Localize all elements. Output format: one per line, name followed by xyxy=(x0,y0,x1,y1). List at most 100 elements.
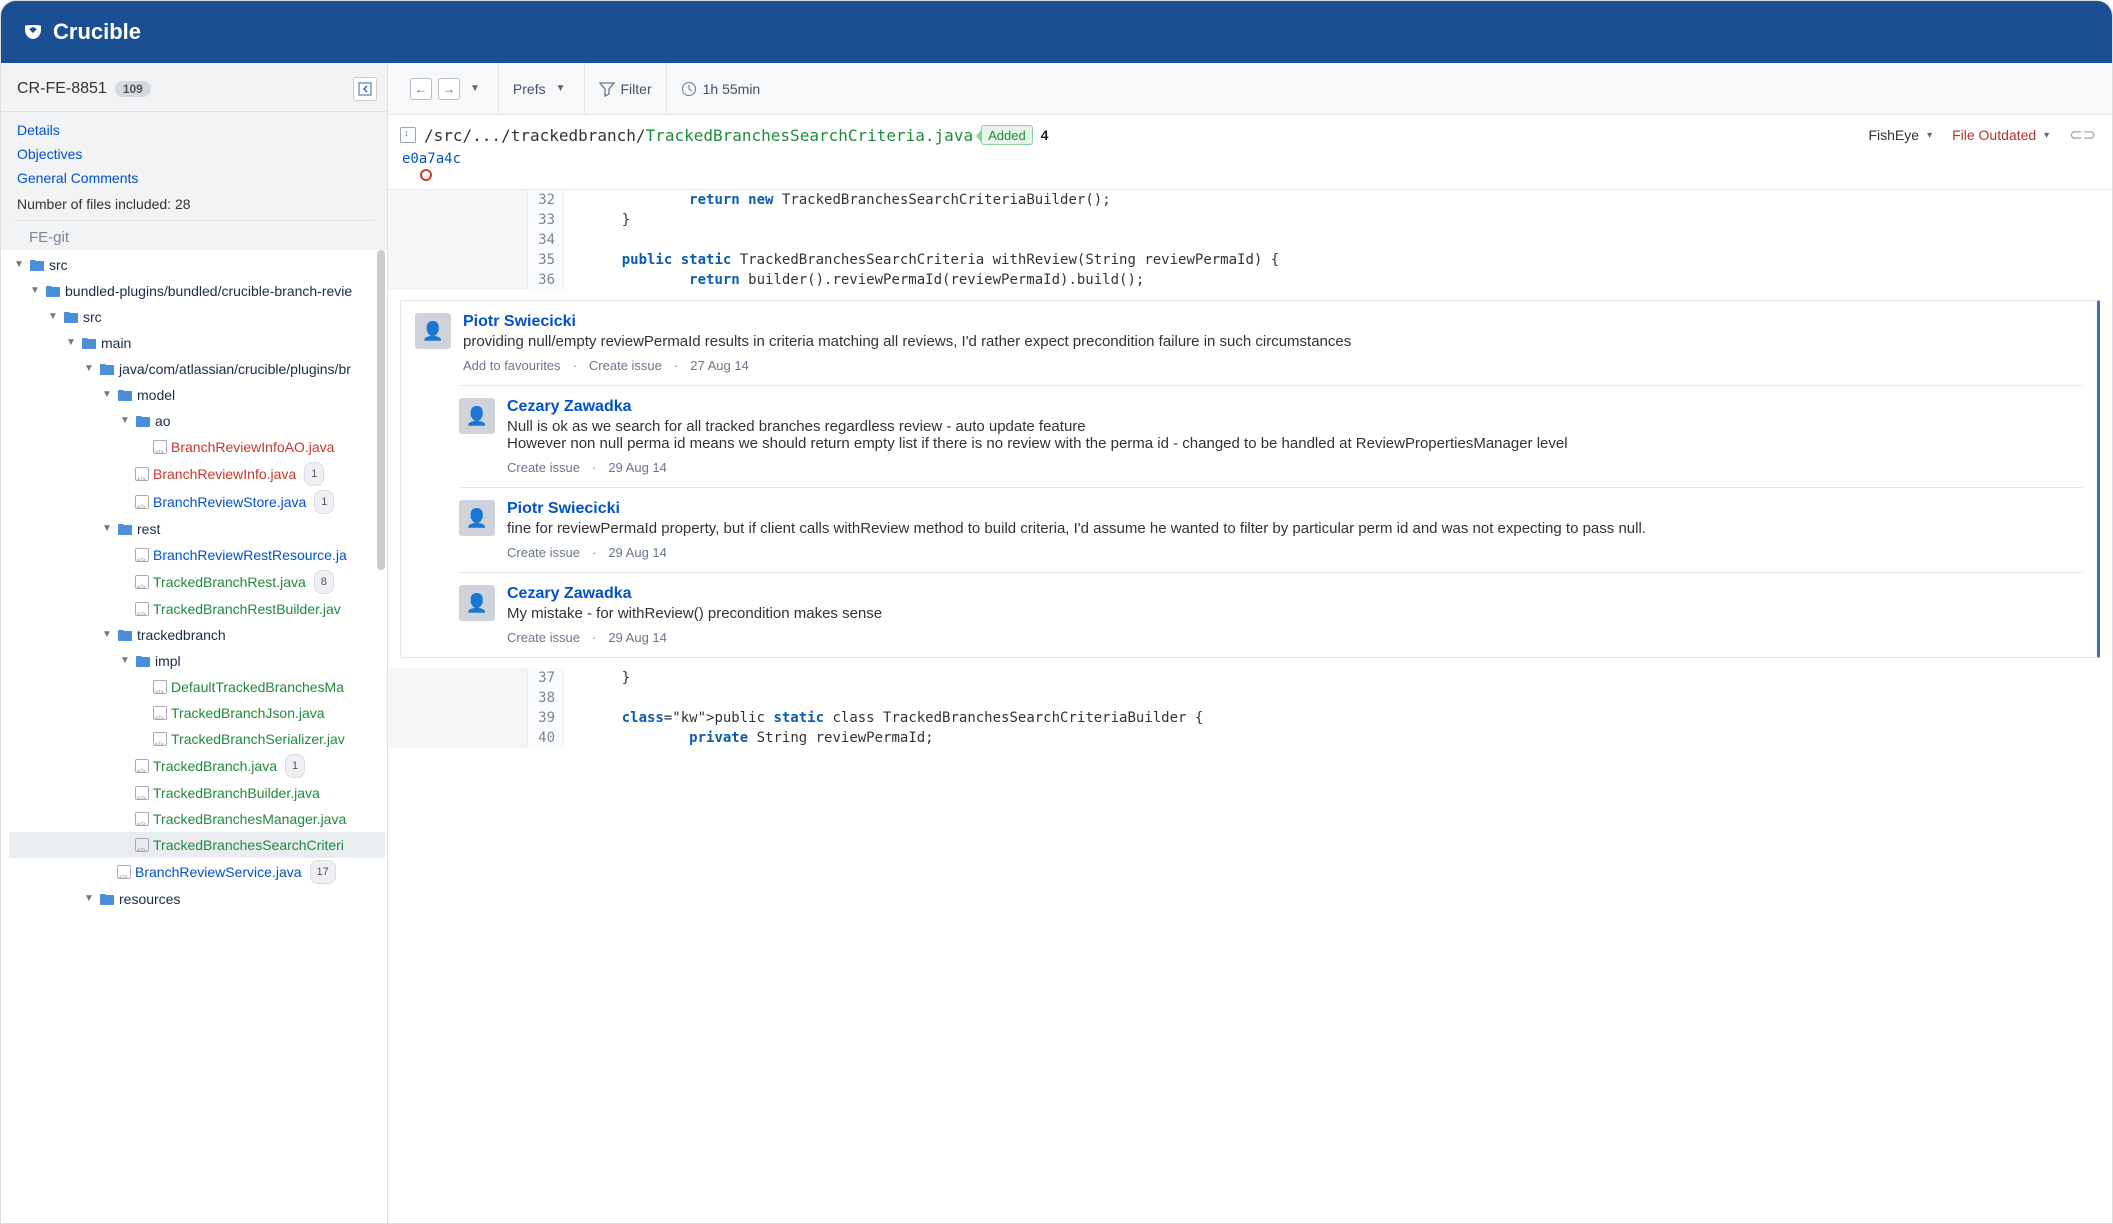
disclosure-triangle-icon[interactable]: ▼ xyxy=(29,280,41,302)
create-issue-link[interactable]: Create issue xyxy=(507,630,580,645)
comment-text: providing null/empty reviewPermaId resul… xyxy=(463,333,2083,350)
crucible-icon xyxy=(21,20,45,44)
tree-file[interactable]: TrackedBranchRest.java8 xyxy=(9,568,385,596)
tree-file[interactable]: TrackedBranchesSearchCriteri xyxy=(9,832,385,858)
file-comment-count-badge: 17 xyxy=(310,860,336,884)
disclosure-triangle-icon[interactable]: ▼ xyxy=(13,254,25,276)
avatar[interactable]: 👤 xyxy=(415,313,451,349)
disclosure-triangle-icon[interactable]: ▼ xyxy=(119,650,131,672)
code-text: } xyxy=(564,210,2112,230)
filter-button[interactable]: Filter xyxy=(585,63,667,114)
code-area[interactable]: 32 return new TrackedBranchesSearchCrite… xyxy=(388,190,2112,1223)
disclosure-triangle-icon[interactable]: ▼ xyxy=(65,332,77,354)
tree-folder[interactable]: ▼model xyxy=(9,382,385,408)
tree-file[interactable]: BranchReviewInfoAO.java xyxy=(9,434,385,460)
permalink-icon[interactable]: ⊂⊃ xyxy=(2069,125,2096,145)
java-file-icon xyxy=(135,786,149,800)
nav-details[interactable]: Details xyxy=(17,122,387,138)
avatar[interactable]: 👤 xyxy=(459,500,495,536)
tree-folder[interactable]: ▼resources xyxy=(9,886,385,912)
nav-dropdown[interactable]: ▼ xyxy=(466,83,484,94)
tree-file[interactable]: DefaultTrackedBranchesMa xyxy=(9,674,385,700)
added-tag: Added xyxy=(981,125,1033,145)
nav-general-comments[interactable]: General Comments xyxy=(17,170,387,186)
code-line[interactable]: 32 return new TrackedBranchesSearchCrite… xyxy=(388,190,2112,210)
disclosure-triangle-icon[interactable]: ▼ xyxy=(101,384,113,406)
tree-folder[interactable]: ▼main xyxy=(9,330,385,356)
disclosure-triangle-icon[interactable]: ▼ xyxy=(101,518,113,540)
tree-file[interactable]: TrackedBranchRestBuilder.jav xyxy=(9,596,385,622)
file-tree[interactable]: ▼ src ▼ bundled-plugins/bundled/crucible-br… xyxy=(1,250,387,1223)
avatar[interactable]: 👤 xyxy=(459,585,495,621)
code-line[interactable]: 35 public static TrackedBranchesSearchCr… xyxy=(388,250,2112,270)
chevron-down-icon: ▾ xyxy=(2040,130,2053,141)
tree-folder[interactable]: ▼trackedbranch xyxy=(9,622,385,648)
tree-file[interactable]: TrackedBranchesManager.java xyxy=(9,806,385,832)
comment: 👤 Piotr Swiecicki providing null/empty rev… xyxy=(400,300,2100,658)
code-line[interactable]: 40 private String reviewPermaId; xyxy=(388,728,2112,748)
comment-author[interactable]: Piotr Swiecicki xyxy=(507,500,2083,518)
comment-author[interactable]: Cezary Zawadka xyxy=(507,398,2083,416)
tree-folder[interactable]: ▼java/com/atlassian/crucible/plugins/br xyxy=(9,356,385,382)
comment-author[interactable]: Cezary Zawadka xyxy=(507,585,2083,603)
disclosure-triangle-icon[interactable]: ▼ xyxy=(101,624,113,646)
tree-file[interactable]: TrackedBranch.java1 xyxy=(9,752,385,780)
file-path[interactable]: /src/.../trackedbranch/TrackedBranchesSe… xyxy=(424,126,973,145)
commit-hash[interactable]: e0a7a4c xyxy=(402,151,461,167)
tree-file[interactable]: TrackedBranchJson.java xyxy=(9,700,385,726)
avatar[interactable]: 👤 xyxy=(459,398,495,434)
code-line[interactable]: 33 } xyxy=(388,210,2112,230)
folder-icon xyxy=(117,388,133,402)
comment-date: 29 Aug 14 xyxy=(608,460,667,475)
tree-file[interactable]: TrackedBranchBuilder.java xyxy=(9,780,385,806)
repo-label: FE-git xyxy=(13,220,375,250)
code-line[interactable]: 39 class="kw">public static class Tracke… xyxy=(388,708,2112,728)
fisheye-dropdown[interactable]: FishEye▾ xyxy=(1868,127,1936,143)
folder-name: src xyxy=(83,306,102,328)
create-issue-link[interactable]: Create issue xyxy=(589,358,662,373)
folder-icon xyxy=(99,892,115,906)
tree-file[interactable]: BranchReviewService.java17 xyxy=(9,858,385,886)
code-line[interactable]: 38 xyxy=(388,688,2112,708)
disclosure-triangle-icon[interactable]: ▼ xyxy=(47,306,59,328)
folder-name: bundled-plugins/bundled/crucible-branch-… xyxy=(65,280,352,302)
nav-objectives[interactable]: Objectives xyxy=(17,146,387,162)
java-file-icon xyxy=(153,732,167,746)
scrollbar[interactable] xyxy=(377,250,385,570)
code-line[interactable]: 34 xyxy=(388,230,2112,250)
create-issue-link[interactable]: Create issue xyxy=(507,460,580,475)
folder-name: rest xyxy=(137,518,160,540)
tree-file[interactable]: TrackedBranchSerializer.jav xyxy=(9,726,385,752)
tree-folder[interactable]: ▼impl xyxy=(9,648,385,674)
line-number: 34 xyxy=(528,230,564,250)
tree-folder[interactable]: ▼ao xyxy=(9,408,385,434)
file-name: TrackedBranchBuilder.java xyxy=(153,782,320,804)
tree-file[interactable]: BranchReviewInfo.java1 xyxy=(9,460,385,488)
revision-marker-icon[interactable] xyxy=(420,169,432,181)
prev-file-button[interactable]: ← xyxy=(410,78,432,100)
review-changes-count: 109 xyxy=(115,81,151,97)
review-id[interactable]: CR-FE-8851 xyxy=(17,80,107,98)
product-logo[interactable]: Crucible xyxy=(21,19,141,45)
tree-folder[interactable]: ▼ src xyxy=(9,304,385,330)
disclosure-triangle-icon[interactable]: ▼ xyxy=(119,410,131,432)
chevron-down-icon: ▼ xyxy=(552,83,570,94)
collapse-sidebar-button[interactable] xyxy=(353,77,377,101)
file-name: TrackedBranchRestBuilder.jav xyxy=(153,598,341,620)
file-outdated-dropdown[interactable]: File Outdated▾ xyxy=(1952,127,2053,143)
create-issue-link[interactable]: Create issue xyxy=(507,545,580,560)
disclosure-triangle-icon[interactable]: ▼ xyxy=(83,358,95,380)
tree-file[interactable]: BranchReviewRestResource.ja xyxy=(9,542,385,568)
tree-folder[interactable]: ▼src xyxy=(9,252,385,278)
code-line[interactable]: 36 return builder().reviewPermaId(review… xyxy=(388,270,2112,290)
disclosure-triangle-icon[interactable]: ▼ xyxy=(83,888,95,910)
prefs-dropdown[interactable]: Prefs ▼ xyxy=(499,63,585,114)
tree-folder[interactable]: ▼ rest xyxy=(9,516,385,542)
tree-folder[interactable]: ▼ bundled-plugins/bundled/crucible-branch… xyxy=(9,278,385,304)
next-file-button[interactable]: → xyxy=(438,78,460,100)
comment-author[interactable]: Piotr Swiecicki xyxy=(463,313,2083,331)
tree-file[interactable]: BranchReviewStore.java1 xyxy=(9,488,385,516)
time-tracker[interactable]: 1h 55min xyxy=(667,63,775,114)
add-to-favourites-link[interactable]: Add to favourites xyxy=(463,358,561,373)
code-line[interactable]: 37 } xyxy=(388,668,2112,688)
